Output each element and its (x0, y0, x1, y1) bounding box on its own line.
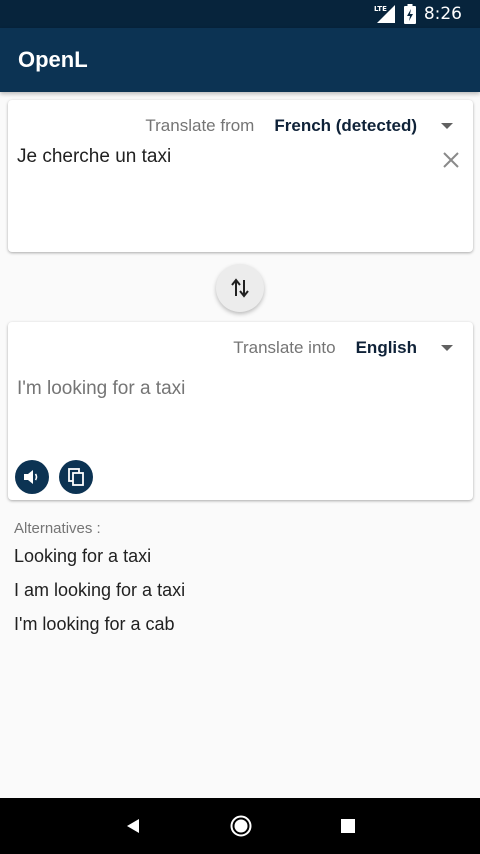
back-icon[interactable] (124, 817, 142, 835)
speak-button[interactable] (15, 460, 49, 494)
target-language[interactable]: English (356, 338, 417, 358)
home-icon[interactable] (229, 814, 253, 838)
battery-charging-icon (403, 4, 416, 24)
alternatives-header: Alternatives : (14, 520, 101, 537)
alternative-item[interactable]: Looking for a taxi (14, 546, 151, 567)
translate-from-label: Translate from (145, 116, 255, 135)
swap-languages-button[interactable] (216, 264, 264, 312)
speaker-icon (24, 470, 38, 484)
status-bar: LTE 8:26 (0, 0, 480, 28)
translate-into-label: Translate into (233, 338, 336, 357)
source-card: Translate from French (detected) Je cher… (8, 100, 473, 252)
source-language-selector[interactable]: Translate from French (detected) (145, 116, 453, 136)
chevron-down-icon[interactable] (441, 123, 453, 129)
source-language[interactable]: French (detected) (274, 116, 417, 136)
lte-signal-icon: LTE (373, 4, 395, 23)
app-title: OpenL (18, 47, 88, 72)
target-language-selector[interactable]: Translate into English (233, 338, 453, 358)
system-navigation-bar (0, 798, 480, 854)
close-icon[interactable] (439, 148, 463, 172)
chevron-down-icon[interactable] (441, 345, 453, 351)
app-bar: OpenL (0, 28, 480, 92)
alternative-item[interactable]: I am looking for a taxi (14, 580, 185, 601)
target-card: Translate into English I'm looking for a… (8, 322, 473, 500)
copy-button[interactable] (59, 460, 93, 494)
alternative-item[interactable]: I'm looking for a cab (14, 614, 175, 635)
copy-icon (68, 468, 84, 486)
recents-icon[interactable] (340, 818, 356, 834)
source-text-input[interactable]: Je cherche un taxi (17, 146, 171, 168)
translation-output: I'm looking for a taxi (17, 378, 186, 399)
svg-text:LTE: LTE (374, 5, 387, 13)
clock: 8:26 (423, 4, 462, 24)
swap-vertical-icon (231, 278, 249, 298)
